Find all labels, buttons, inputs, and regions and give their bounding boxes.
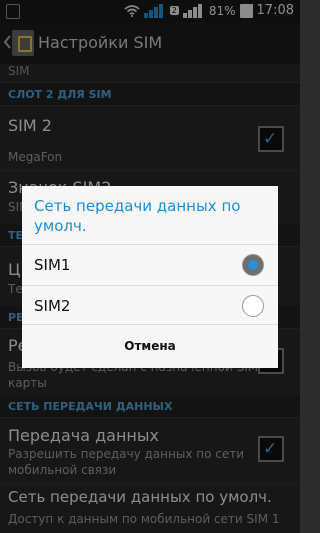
option-sim1[interactable]: SIM1 <box>22 244 278 285</box>
dialog-title: Сеть передачи данных по умолч. <box>34 197 241 235</box>
option-sim2[interactable]: SIM2 <box>22 285 278 326</box>
radio-unselected-icon[interactable] <box>242 295 264 317</box>
default-network-dialog: Сеть передачи данных по умолч. SIM1 SIM2… <box>22 186 278 368</box>
radio-selected-icon[interactable] <box>242 254 264 276</box>
option-sim1-label: SIM1 <box>34 256 71 274</box>
cancel-button[interactable]: Отмена <box>22 324 278 368</box>
option-sim2-label: SIM2 <box>34 297 71 315</box>
